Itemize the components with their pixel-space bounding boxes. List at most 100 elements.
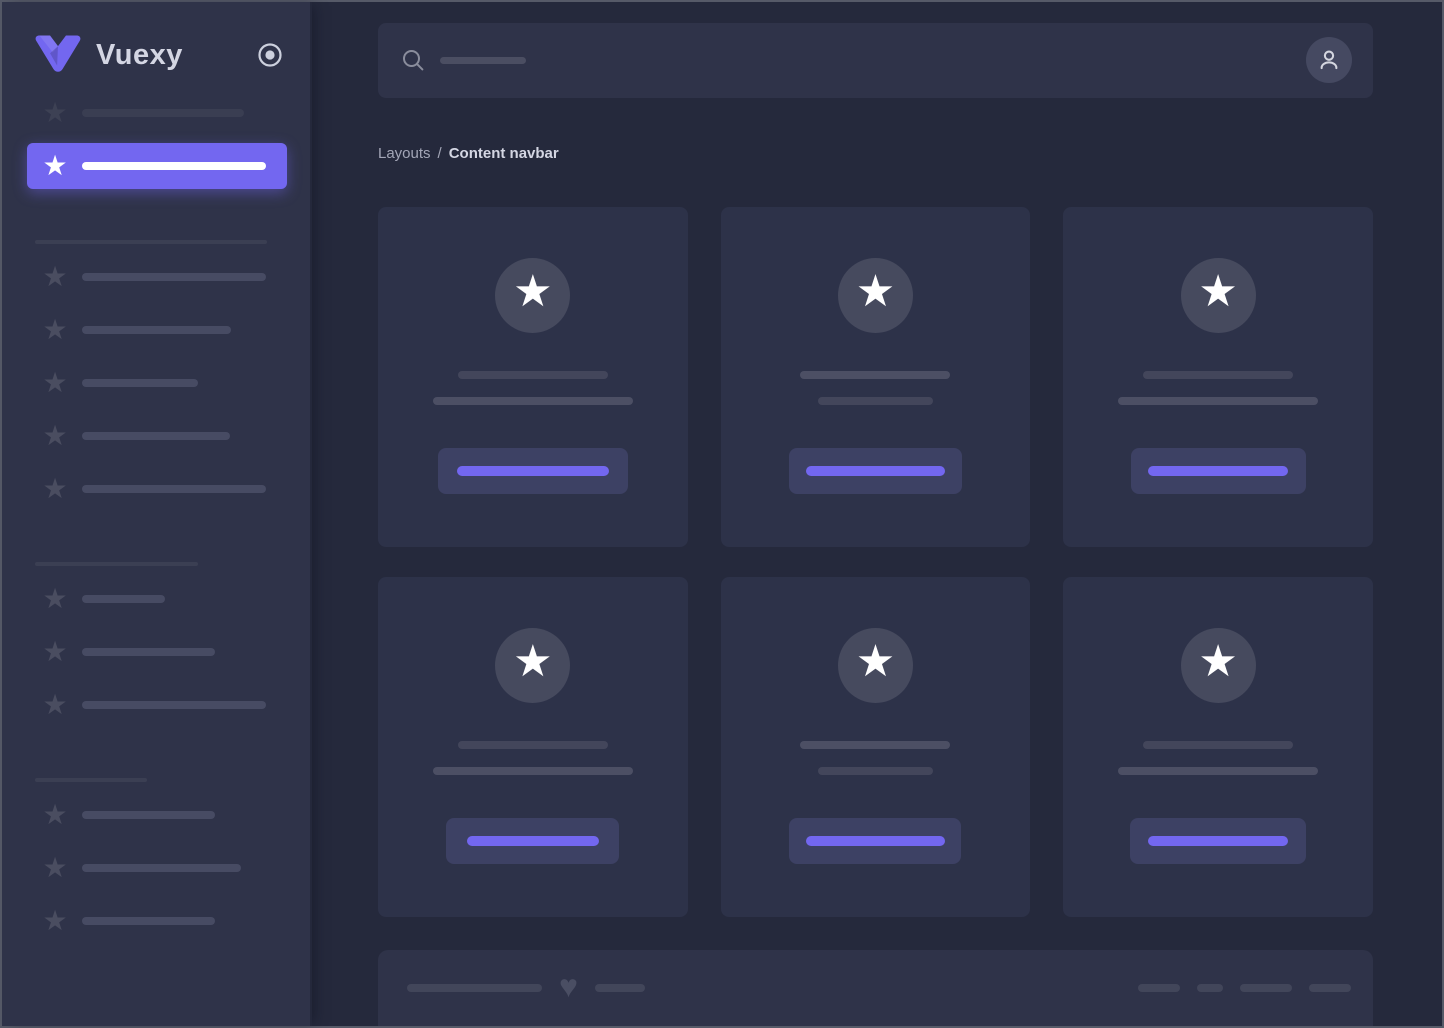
section-divider-skeleton (35, 778, 147, 782)
star-icon: ★ (513, 270, 552, 314)
card: ★ (1063, 577, 1373, 917)
section-divider-skeleton (35, 240, 267, 244)
card-action-button[interactable] (438, 448, 628, 494)
sidebar-item[interactable]: ★ (42, 908, 310, 934)
star-icon: ★ (42, 264, 68, 290)
sidebar-item-skeleton (82, 701, 266, 709)
star-icon: ★ (42, 476, 68, 502)
heart-icon: ♥ (559, 970, 578, 1002)
sidebar-item-skeleton (82, 917, 215, 925)
star-icon: ★ (42, 692, 68, 718)
search-input[interactable] (402, 49, 1306, 71)
star-icon: ★ (856, 640, 895, 684)
sidebar-item-skeleton (82, 432, 230, 440)
sidebar-pin-toggle[interactable] (257, 42, 283, 68)
card-badge: ★ (838, 258, 913, 333)
sidebar-item[interactable]: ★ (42, 370, 310, 396)
sidebar-item-skeleton (82, 326, 231, 334)
card-grid: ★ ★ ★ (378, 207, 1373, 917)
section-divider-skeleton (35, 562, 198, 566)
card: ★ (378, 207, 688, 547)
sidebar-item-active[interactable]: ★ (27, 143, 287, 189)
card-title-skeleton (1143, 741, 1293, 749)
card-badge: ★ (838, 628, 913, 703)
card-action-button[interactable] (789, 818, 961, 864)
button-label-skeleton (806, 466, 945, 476)
sidebar: Vuexy ★ ★ ★ ★ ★ (2, 2, 312, 1026)
star-icon: ★ (42, 855, 68, 881)
page-footer: ♥ (378, 950, 1373, 1026)
card: ★ (721, 207, 1031, 547)
card: ★ (1063, 207, 1373, 547)
card-subtitle-skeleton (433, 397, 633, 405)
sidebar-item[interactable]: ★ (42, 476, 310, 502)
radio-dot-icon (257, 42, 283, 68)
card-subtitle-skeleton (818, 767, 933, 775)
main-content: Layouts/Content navbar ★ ★ ★ (312, 2, 1442, 1026)
card: ★ (378, 577, 688, 917)
star-icon: ★ (42, 586, 68, 612)
brand-title: Vuexy (96, 39, 183, 72)
card-title-skeleton (800, 741, 950, 749)
sidebar-item-skeleton (82, 109, 244, 117)
card-subtitle-skeleton (1118, 397, 1318, 405)
breadcrumb-current: Content navbar (449, 145, 559, 162)
sidebar-item-skeleton (82, 379, 198, 387)
footer-link-skeleton (1138, 984, 1180, 992)
user-icon (1316, 47, 1342, 73)
sidebar-item[interactable]: ★ (42, 586, 310, 612)
sidebar-item-skeleton (82, 811, 215, 819)
sidebar-item[interactable]: ★ (42, 692, 310, 718)
breadcrumb-link[interactable]: Layouts (378, 145, 431, 162)
star-icon: ★ (42, 100, 68, 126)
star-icon: ★ (42, 153, 68, 179)
sidebar-item-skeleton (82, 485, 266, 493)
sidebar-header: Vuexy (2, 2, 310, 75)
button-label-skeleton (457, 466, 609, 476)
sidebar-item-skeleton (82, 595, 165, 603)
app-window: Vuexy ★ ★ ★ ★ ★ (0, 0, 1444, 1028)
card-action-button[interactable] (446, 818, 619, 864)
sidebar-item-skeleton (82, 648, 215, 656)
search-icon (402, 49, 424, 71)
card-action-button[interactable] (1131, 448, 1306, 494)
footer-text-skeleton (595, 984, 645, 992)
sidebar-item[interactable]: ★ (42, 639, 310, 665)
button-label-skeleton (1148, 836, 1288, 846)
sidebar-item[interactable]: ★ (42, 423, 310, 449)
card-subtitle-skeleton (1118, 767, 1318, 775)
card-action-button[interactable] (1130, 818, 1306, 864)
star-icon: ★ (513, 640, 552, 684)
vuexy-logo-icon (35, 35, 81, 75)
card-subtitle-skeleton (818, 397, 933, 405)
sidebar-item[interactable]: ★ (42, 802, 310, 828)
card-action-button[interactable] (789, 448, 962, 494)
sidebar-item-skeleton (82, 162, 266, 170)
card-title-skeleton (1143, 371, 1293, 379)
sidebar-item[interactable]: ★ (42, 855, 310, 881)
button-label-skeleton (1148, 466, 1288, 476)
card-badge: ★ (1181, 628, 1256, 703)
footer-links (1138, 984, 1351, 992)
star-icon: ★ (42, 802, 68, 828)
card-badge: ★ (495, 628, 570, 703)
sidebar-item-skeleton (82, 273, 266, 281)
star-icon: ★ (1198, 270, 1237, 314)
search-placeholder-skeleton (440, 57, 526, 64)
button-label-skeleton (806, 836, 945, 846)
footer-link-skeleton (1197, 984, 1223, 992)
user-avatar[interactable] (1306, 37, 1352, 83)
footer-link-skeleton (1309, 984, 1351, 992)
sidebar-item[interactable]: ★ (42, 317, 310, 343)
card-badge: ★ (1181, 258, 1256, 333)
star-icon: ★ (42, 908, 68, 934)
sidebar-item[interactable]: ★ (42, 264, 310, 290)
star-icon: ★ (42, 639, 68, 665)
star-icon: ★ (1198, 640, 1237, 684)
sidebar-item[interactable]: ★ (42, 100, 310, 126)
card: ★ (721, 577, 1031, 917)
search-navbar (378, 23, 1373, 98)
sidebar-item-skeleton (82, 864, 241, 872)
star-icon: ★ (42, 317, 68, 343)
card-subtitle-skeleton (433, 767, 633, 775)
